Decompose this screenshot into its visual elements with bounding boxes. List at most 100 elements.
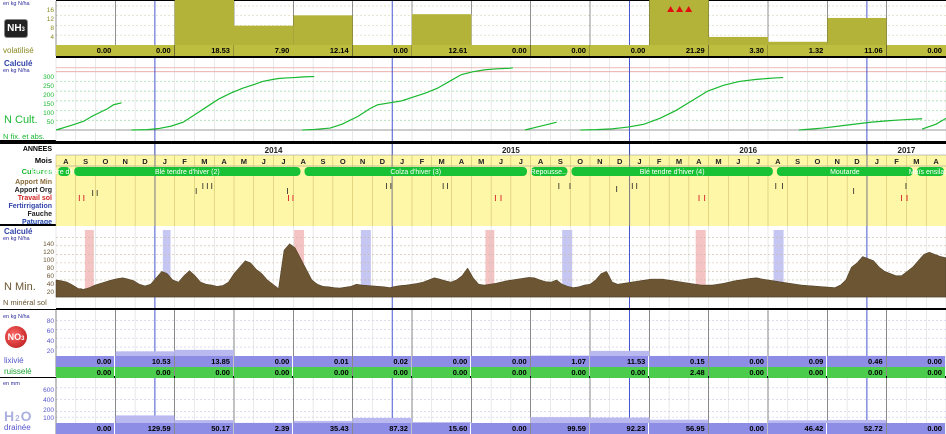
month-label: J xyxy=(281,157,285,166)
year-label: 2016 xyxy=(739,146,757,155)
h2o-value: 0.00 xyxy=(56,423,115,434)
nh3-value: 3.30 xyxy=(708,45,767,56)
no3-lixivie-value: 0.00 xyxy=(471,356,530,367)
nh3-value: 0.00 xyxy=(352,45,411,56)
nh3-bar xyxy=(708,36,768,45)
month-label: J xyxy=(736,157,740,166)
no3-ruissele-value: 0.00 xyxy=(412,367,471,378)
no3-ruissele-value: 0.00 xyxy=(530,367,589,378)
no3-ruissele-value: 0.00 xyxy=(56,367,115,378)
separator-bar xyxy=(0,140,56,144)
no3-ruissele-value: 0.00 xyxy=(352,367,411,378)
month-label: S xyxy=(558,157,563,166)
h2o-value: 92.23 xyxy=(590,423,649,434)
month-label: A xyxy=(538,157,544,166)
nh3-bar xyxy=(649,0,709,45)
month-label: M xyxy=(241,157,247,166)
month-label: M xyxy=(439,157,445,166)
no3-lixivie-value: 0.00 xyxy=(56,356,115,367)
month-label: M xyxy=(913,157,919,166)
month-label: A xyxy=(301,157,307,166)
h2o-value: 50.17 xyxy=(174,423,233,434)
no3-lixivie-value: 1.07 xyxy=(530,356,589,367)
no3-lixivie-value: 13.85 xyxy=(174,356,233,367)
month-label: N xyxy=(360,157,365,166)
month-label: F xyxy=(420,157,425,166)
month-label: N xyxy=(835,157,840,166)
no3-ruissele-value: 0.00 xyxy=(708,367,767,378)
h2o-bar xyxy=(115,415,175,423)
h2o-value: 0.00 xyxy=(708,423,767,434)
nh3-value: 1.32 xyxy=(768,45,827,56)
nh3-value: 0.00 xyxy=(590,45,649,56)
month-label: J xyxy=(875,157,879,166)
no3-lixivie-value: 0.15 xyxy=(649,356,708,367)
no3-ruissele-value: 0.00 xyxy=(827,367,886,378)
crop-label: Maïs ensilage xyxy=(909,169,946,176)
no3-ruissele-value: 0.00 xyxy=(293,367,352,378)
crop-label: Repousse... xyxy=(531,169,568,176)
no3-lixivie-value: 0.09 xyxy=(768,356,827,367)
separator-bar xyxy=(56,56,946,58)
nh3-bar xyxy=(174,0,234,45)
month-label: J xyxy=(400,157,404,166)
crop-label: Moutarde xyxy=(830,169,860,176)
nh3-value: 0.00 xyxy=(886,45,945,56)
nh3-value: 18.53 xyxy=(174,45,233,56)
no3-ruissele-value: 2.48 xyxy=(649,367,708,378)
h2o-value: 129.59 xyxy=(115,423,174,434)
year-label: 2014 xyxy=(265,146,283,155)
month-label: M xyxy=(478,157,484,166)
nh3-value: 21.29 xyxy=(649,45,708,56)
separator-bar xyxy=(0,309,56,310)
no3-lixivie-value: 0.00 xyxy=(412,356,471,367)
no3-lixivie-value: 11.53 xyxy=(590,356,649,367)
h2o-value: 99.59 xyxy=(530,423,589,434)
month-label: M xyxy=(715,157,721,166)
crop-label: Blé tendre d'hiver (2) xyxy=(155,169,220,176)
month-label: O xyxy=(815,157,821,166)
month-label: J xyxy=(262,157,266,166)
no3-lixivie-value: 0.00 xyxy=(886,356,945,367)
separator-bar xyxy=(56,308,946,310)
crop-label: Blé tendre d'hiver (4) xyxy=(640,169,705,176)
month-label: J xyxy=(163,157,167,166)
year-label: 2015 xyxy=(502,146,520,155)
separator-bar xyxy=(0,377,56,378)
month-label: O xyxy=(577,157,583,166)
month-label: J xyxy=(756,157,760,166)
no3-ruissele-value: 0.00 xyxy=(768,367,827,378)
no3-lixivie-value: 0.01 xyxy=(293,356,352,367)
no3-ruissele-value: 0.00 xyxy=(174,367,233,378)
h2o-value: 35.43 xyxy=(293,423,352,434)
month-label: A xyxy=(63,157,69,166)
nh3-bar xyxy=(827,17,887,45)
nh3-value: 0.00 xyxy=(471,45,530,56)
month-label: D xyxy=(854,157,860,166)
month-label: N xyxy=(123,157,128,166)
h2o-value: 56.95 xyxy=(649,423,708,434)
nh3-value: 0.00 xyxy=(56,45,115,56)
month-label: O xyxy=(103,157,109,166)
month-label: M xyxy=(201,157,207,166)
no3-lixivie-value: 0.02 xyxy=(352,356,411,367)
nh3-bar xyxy=(293,15,353,46)
month-label: F xyxy=(182,157,187,166)
no3-ruissele-value: 0.00 xyxy=(234,367,293,378)
month-label: A xyxy=(775,157,781,166)
nh3-value: 12.61 xyxy=(412,45,471,56)
nh3-value: 12.14 xyxy=(293,45,352,56)
month-label: A xyxy=(696,157,702,166)
month-label: A xyxy=(933,157,939,166)
separator-bar xyxy=(0,224,56,226)
nh3-value: 11.06 xyxy=(827,45,886,56)
month-label: A xyxy=(221,157,227,166)
month-label: M xyxy=(676,157,682,166)
month-label: D xyxy=(142,157,148,166)
no3-bg xyxy=(56,310,946,356)
month-label: J xyxy=(519,157,523,166)
separator-bar xyxy=(56,141,946,144)
month-label: J xyxy=(499,157,503,166)
nh3-value: 0.00 xyxy=(115,45,174,56)
nh3-bar xyxy=(234,25,294,45)
